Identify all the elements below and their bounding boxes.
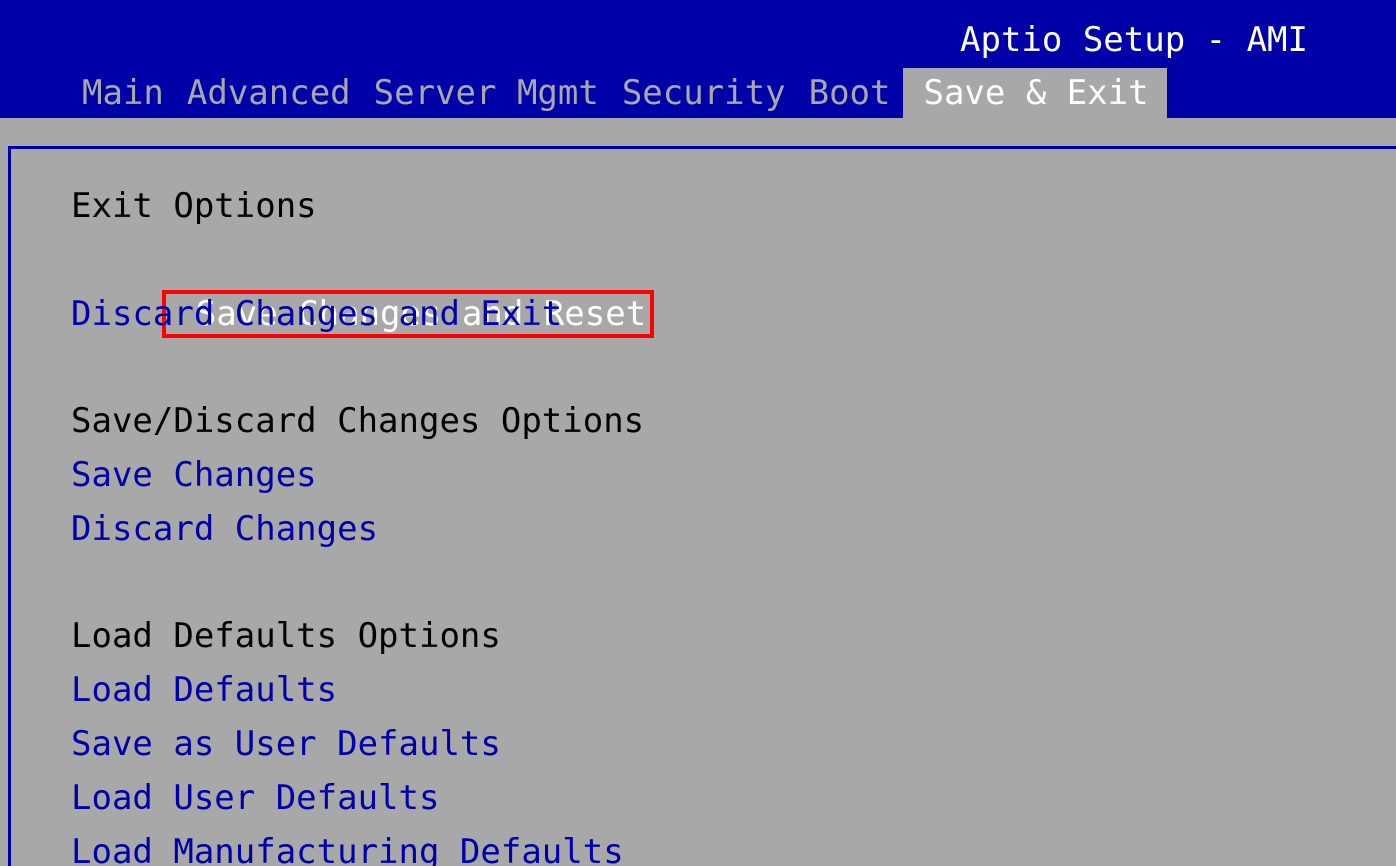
menu-item-load-defaults[interactable]: Load Defaults	[71, 663, 654, 717]
header-separator	[0, 118, 1396, 146]
section-load-defaults-options: Load Defaults Options	[71, 616, 501, 656]
menu-spacer	[71, 556, 654, 609]
tab-bar: Main Advanced Server Mgmt Security Boot …	[72, 68, 1170, 118]
tab-server-mgmt[interactable]: Server Mgmt	[364, 68, 609, 118]
app-title: Aptio Setup - AMI	[960, 20, 1308, 60]
tab-security[interactable]: Security	[612, 68, 796, 118]
section-exit-options: Exit Options	[71, 186, 317, 226]
options-menu: Exit Options Save Changes and Reset Disc…	[71, 179, 655, 866]
menu-item-load-manufacturing-defaults[interactable]: Load Manufacturing Defaults	[71, 825, 654, 866]
bios-header: Aptio Setup - AMI Main Advanced Server M…	[0, 0, 1396, 118]
tab-boot[interactable]: Boot	[799, 68, 901, 118]
menu-spacer	[71, 341, 654, 394]
menu-item-save-as-user-defaults[interactable]: Save as User Defaults	[71, 717, 654, 771]
tab-advanced[interactable]: Advanced	[177, 68, 361, 118]
menu-item-load-user-defaults[interactable]: Load User Defaults	[71, 771, 654, 825]
tab-main[interactable]: Main	[72, 68, 174, 118]
menu-item-discard-changes[interactable]: Discard Changes	[71, 502, 654, 556]
menu-item-save-changes[interactable]: Save Changes	[71, 448, 654, 502]
section-save-discard-options: Save/Discard Changes Options	[71, 401, 645, 441]
tab-save-exit[interactable]: Save & Exit	[903, 68, 1167, 118]
options-panel: Exit Options Save Changes and Reset Disc…	[8, 146, 1396, 866]
menu-item-save-changes-and-reset[interactable]: Save Changes and Reset	[71, 233, 655, 338]
